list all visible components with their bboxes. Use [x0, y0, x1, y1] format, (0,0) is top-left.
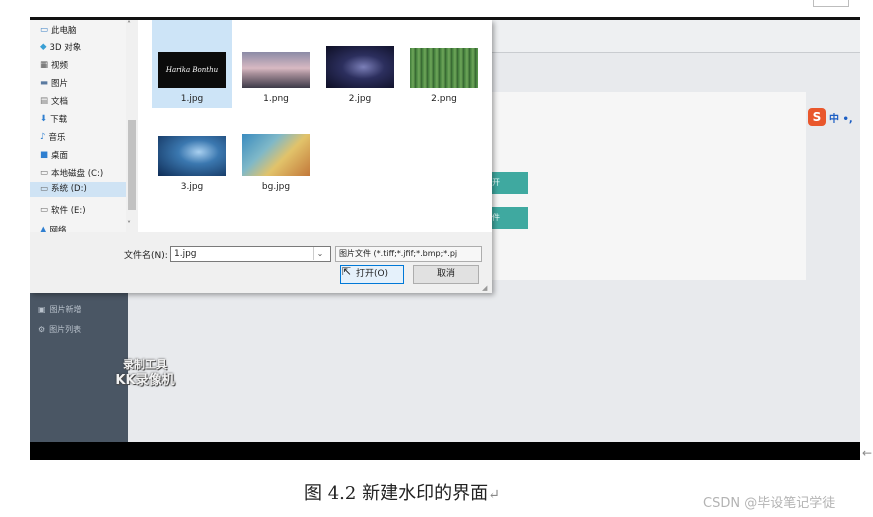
- sidebar-item-label: 图片新增: [49, 305, 82, 314]
- thumbnail-2-jpg: [326, 46, 394, 88]
- scroll-down-icon[interactable]: ˅: [127, 220, 131, 229]
- computer-icon: ▭: [40, 25, 49, 35]
- file-item-2-png[interactable]: 2.png: [404, 20, 484, 108]
- app-form-panel: [480, 92, 806, 280]
- cube-icon: ◆: [40, 42, 47, 52]
- file-name: 2.png: [431, 94, 457, 104]
- resize-grip-icon[interactable]: ◢: [482, 284, 487, 292]
- upload-button[interactable]: 开: [488, 172, 528, 194]
- file-item-2-jpg[interactable]: 2.jpg: [320, 20, 400, 108]
- thumbnail-bg-jpg: [242, 134, 310, 176]
- music-icon: ♪: [40, 132, 46, 142]
- nav-item-videos[interactable]: ▦ 视频: [40, 59, 68, 71]
- corner-box: [813, 0, 849, 7]
- filename-input[interactable]: 1.jpg: [170, 246, 331, 262]
- nav-scrollbar-thumb[interactable]: [128, 120, 136, 210]
- document-icon: ▤: [40, 96, 49, 106]
- file-open-dialog: ▭ 此电脑 ◆ 3D 对象 ▦ 视频 ▬ 图片 ▤ 文档 ⬇ 下载 ♪ 音乐 ■…: [30, 20, 492, 293]
- recorder-watermark: 录制工具 KK录像机: [100, 357, 190, 389]
- nav-item-drive-d[interactable]: ▭ 系统 (D:): [30, 182, 136, 197]
- filename-label: 文件名(N):: [124, 251, 168, 261]
- thumbnail-1-jpg: Harika Bonthu: [158, 52, 226, 88]
- thumbnail-text: Harika Bonthu: [165, 66, 219, 74]
- video-icon: ▦: [40, 60, 49, 70]
- sidebar-item-label: 图片列表: [49, 325, 82, 334]
- file-name: bg.jpg: [261, 182, 291, 192]
- ime-mode-label: 中 •,: [829, 113, 853, 125]
- chevron-down-icon[interactable]: ⌄: [313, 247, 326, 260]
- bottom-black-bar: [30, 442, 860, 460]
- paragraph-mark-icon: ↵: [488, 487, 500, 503]
- screen-capture: 开 件 S 中 •, ▣ 图片新增 ⚙ 图片列表 录制工具 KK录像机 ▭ 此电…: [30, 20, 860, 442]
- thumbnail-3-jpg: [158, 136, 226, 176]
- nav-item-desktop[interactable]: ■ 桌面: [40, 149, 68, 161]
- nav-item-3d-objects[interactable]: ◆ 3D 对象: [40, 41, 81, 53]
- download-icon: ⬇: [40, 114, 48, 124]
- figure-caption: 图 4.2 新建水印的界面↵: [304, 479, 500, 505]
- image-add-icon: ▣: [38, 305, 46, 314]
- watermark-line-2: KK录像机: [115, 373, 175, 388]
- cancel-button[interactable]: 取消: [413, 265, 479, 284]
- sidebar-item-add-image[interactable]: ▣ 图片新增: [38, 304, 82, 315]
- thumbnail-2-png: [410, 48, 478, 88]
- nav-item-this-pc[interactable]: ▭ 此电脑: [40, 24, 77, 36]
- nav-item-network[interactable]: ▲ 网络: [40, 224, 67, 232]
- file-item-1-jpg[interactable]: Harika Bonthu 1.jpg: [152, 20, 232, 108]
- network-icon: ▲: [40, 225, 47, 232]
- picture-icon: ▬: [40, 78, 49, 88]
- file-item-bg-jpg[interactable]: bg.jpg: [236, 110, 316, 198]
- file-item-3-jpg[interactable]: 3.jpg: [152, 110, 232, 198]
- select-file-button[interactable]: 件: [488, 207, 528, 229]
- file-name: 2.jpg: [348, 94, 372, 104]
- watermark-line-1: 录制工具: [123, 358, 167, 371]
- settings-icon: ⚙: [38, 325, 46, 334]
- drive-icon: ▭: [40, 205, 49, 215]
- scroll-up-icon[interactable]: ˄: [127, 20, 131, 29]
- nav-item-drive-e[interactable]: ▭ 软件 (E:): [40, 204, 86, 216]
- caption-text: 图 4.2 新建水印的界面: [304, 483, 489, 504]
- thumbnail-1-png: [242, 52, 310, 88]
- nav-item-documents[interactable]: ▤ 文档: [40, 95, 68, 107]
- desktop-icon: ■: [40, 150, 49, 160]
- return-arrow-icon: ←: [862, 446, 873, 460]
- nav-item-drive-c[interactable]: ▭ 本地磁盘 (C:): [40, 167, 103, 179]
- nav-item-pictures[interactable]: ▬ 图片: [40, 77, 68, 89]
- file-name: 1.jpg: [180, 94, 204, 104]
- file-type-value: 图片文件 (*.tiff;*.jfif;*.bmp;*.pj: [339, 249, 458, 258]
- drive-icon: ▭: [40, 184, 49, 194]
- nav-item-downloads[interactable]: ⬇ 下载: [40, 113, 67, 125]
- mouse-cursor-icon: ⇱: [342, 265, 352, 278]
- navigation-pane: ▭ 此电脑 ◆ 3D 对象 ▦ 视频 ▬ 图片 ▤ 文档 ⬇ 下载 ♪ 音乐 ■…: [30, 20, 138, 232]
- sidebar-item-image-list[interactable]: ⚙ 图片列表: [38, 324, 81, 335]
- file-name: 1.png: [263, 94, 289, 104]
- file-name: 3.jpg: [180, 182, 204, 192]
- sogou-logo-icon: S: [808, 108, 826, 126]
- file-list-area: Harika Bonthu 1.jpg 1.png 2.jpg 2.png 3.…: [138, 20, 492, 232]
- drive-icon: ▭: [40, 168, 49, 178]
- ime-toolbar[interactable]: S 中 •,: [808, 108, 853, 126]
- file-item-1-png[interactable]: 1.png: [236, 20, 316, 108]
- file-type-select[interactable]: 图片文件 (*.tiff;*.jfif;*.bmp;*.pj: [335, 246, 482, 262]
- nav-item-music[interactable]: ♪ 音乐: [40, 131, 65, 143]
- credit-watermark: CSDN @毕设笔记学徒: [703, 496, 836, 511]
